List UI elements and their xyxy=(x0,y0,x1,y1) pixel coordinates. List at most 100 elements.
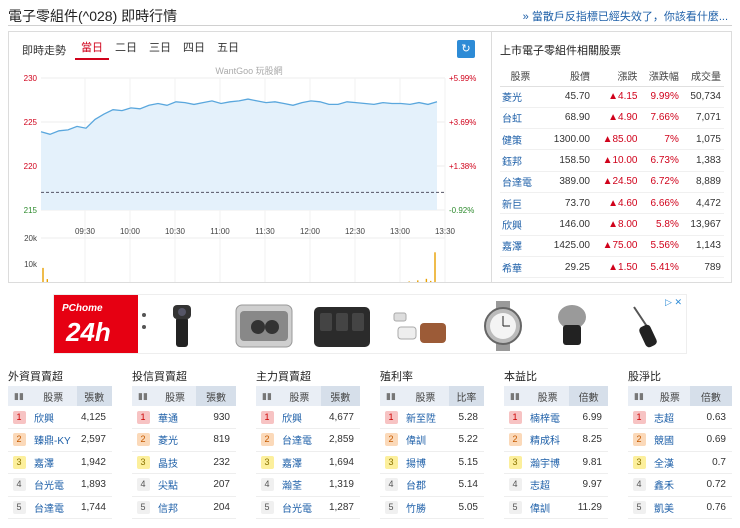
ranking-stock-name[interactable]: 全漢 xyxy=(650,451,690,474)
tab-day-5[interactable]: 五日 xyxy=(211,36,245,60)
ranking-row[interactable]: 2 台達電 2,859 xyxy=(256,428,360,452)
ranking-stock-name[interactable]: 瀚宇博 xyxy=(526,451,570,474)
ranking-row[interactable]: 5 台光電 1,287 xyxy=(256,496,360,519)
ranking-col-stock[interactable]: 股票 xyxy=(650,386,690,406)
ranking-stock-name[interactable]: 台達電 xyxy=(278,428,321,452)
related-row[interactable]: 鈺邦 158.50 ▲10.00 6.73% 1,383 xyxy=(500,149,724,172)
related-row[interactable]: 健策 1300.00 ▲85.00 7% 1,075 xyxy=(500,128,724,151)
ranking-row[interactable]: 2 菱光 819 xyxy=(132,428,236,452)
ranking-row[interactable]: 4 台光電 1,893 xyxy=(8,473,112,497)
ranking-row[interactable]: 3 嘉澤 1,942 xyxy=(8,451,112,474)
usb-mic-icon[interactable] xyxy=(392,301,452,351)
earbuds-case-icon[interactable] xyxy=(234,301,296,351)
related-row[interactable]: 欣興 146.00 ▲8.00 5.8% 13,967 xyxy=(500,213,724,236)
ranking-stock-name[interactable]: 楠梓電 xyxy=(526,406,570,429)
clip-mic-icon[interactable] xyxy=(552,301,592,351)
ranking-row[interactable]: 2 偉訓 5.22 xyxy=(380,428,484,452)
ranking-row[interactable]: 1 欣興 4,677 xyxy=(256,406,360,429)
tab-day-4[interactable]: 四日 xyxy=(177,36,211,60)
ranking-col-value[interactable]: 張數 xyxy=(196,386,236,406)
ranking-stock-name[interactable]: 志超 xyxy=(526,473,570,497)
ranking-row[interactable]: 1 楠梓電 6.99 xyxy=(504,406,608,429)
related-row[interactable]: 希華 29.25 ▲1.50 5.41% 789 xyxy=(500,256,724,279)
ranking-col-stock[interactable]: 股票 xyxy=(402,386,449,406)
ranking-stock-name[interactable]: 瀚荃 xyxy=(278,473,321,497)
sort-icon[interactable]: ▮▮ xyxy=(628,386,650,406)
ranking-stock-name[interactable]: 晶技 xyxy=(154,451,197,474)
ranking-stock-name[interactable]: 臻鼎-KY xyxy=(30,428,77,452)
adchoice-icon[interactable]: ▷ ✕ xyxy=(665,297,682,308)
sort-icon[interactable]: ▮▮ xyxy=(8,386,30,406)
ranking-stock-name[interactable]: 揚博 xyxy=(402,451,449,474)
ranking-stock-name[interactable]: 竹勝 xyxy=(402,496,449,519)
related-stock-name[interactable]: 希華 xyxy=(500,256,544,279)
ranking-stock-name[interactable]: 嘉澤 xyxy=(278,451,321,474)
tab-day-3[interactable]: 三日 xyxy=(143,36,177,60)
ranking-stock-name[interactable]: 尖點 xyxy=(154,473,197,497)
ranking-row[interactable]: 2 臻鼎-KY 2,597 xyxy=(8,428,112,452)
tab-day-1[interactable]: 當日 xyxy=(75,36,109,60)
related-stock-name[interactable]: 台虹 xyxy=(500,107,544,130)
watch-icon[interactable] xyxy=(478,301,528,351)
pocket-camera-icon[interactable] xyxy=(162,301,202,351)
related-row[interactable]: 菱光 45.70 ▲4.15 9.99% 50,734 xyxy=(500,86,724,108)
related-stock-name[interactable]: 欣興 xyxy=(500,213,544,236)
carousel-dot[interactable] xyxy=(142,325,146,329)
ranking-col-stock[interactable]: 股票 xyxy=(278,386,321,406)
ranking-row[interactable]: 1 志超 0.63 xyxy=(628,406,732,429)
col-price[interactable]: 股價 xyxy=(543,66,593,87)
ranking-stock-name[interactable]: 台郡 xyxy=(402,473,449,497)
carousel-dots[interactable] xyxy=(142,313,148,337)
ranking-row[interactable]: 4 志超 9.97 xyxy=(504,473,608,497)
ranking-row[interactable]: 5 台達電 1,744 xyxy=(8,496,112,519)
related-row[interactable]: 嘉澤 1425.00 ▲75.00 5.56% 1,143 xyxy=(500,235,724,257)
ranking-row[interactable]: 4 瀚荃 1,319 xyxy=(256,473,360,497)
related-stock-name[interactable]: 新巨 xyxy=(500,192,544,215)
ranking-row[interactable]: 4 台郡 5.14 xyxy=(380,473,484,497)
ranking-row[interactable]: 2 競國 0.69 xyxy=(628,428,732,452)
sort-icon[interactable]: ▮▮ xyxy=(132,386,154,406)
ranking-row[interactable]: 3 嘉澤 1,694 xyxy=(256,451,360,474)
pchome-logo[interactable]: PChome 24h xyxy=(54,295,138,353)
ranking-stock-name[interactable]: 欣興 xyxy=(278,406,321,429)
ranking-stock-name[interactable]: 凱美 xyxy=(650,496,690,519)
ranking-stock-name[interactable]: 台光電 xyxy=(30,473,77,497)
wireless-mic-kit-icon[interactable] xyxy=(312,301,374,351)
tab-day-2[interactable]: 二日 xyxy=(109,36,143,60)
ranking-col-value[interactable]: 倍數 xyxy=(689,386,732,406)
ranking-col-stock[interactable]: 股票 xyxy=(154,386,197,406)
ranking-row[interactable]: 3 晶技 232 xyxy=(132,451,236,474)
ranking-stock-name[interactable]: 新至陞 xyxy=(402,406,449,429)
ranking-stock-name[interactable]: 欣興 xyxy=(30,406,77,429)
related-row[interactable]: 台虹 68.90 ▲4.90 7.66% 7,071 xyxy=(500,107,724,130)
related-stock-name[interactable]: 嘉澤 xyxy=(500,235,544,257)
col-volume[interactable]: 成交量 xyxy=(681,66,724,87)
related-stock-name[interactable]: 健策 xyxy=(500,128,544,151)
sort-icon[interactable]: ▮▮ xyxy=(504,386,526,406)
ranking-col-stock[interactable]: 股票 xyxy=(526,386,570,406)
ranking-col-value[interactable]: 張數 xyxy=(320,386,360,406)
ranking-row[interactable]: 1 華通 930 xyxy=(132,406,236,429)
refresh-button[interactable]: ↻ xyxy=(457,40,475,58)
ranking-col-value[interactable]: 張數 xyxy=(76,386,112,406)
ranking-stock-name[interactable]: 競國 xyxy=(650,428,690,452)
related-row[interactable]: 新巨 73.70 ▲4.60 6.66% 4,472 xyxy=(500,192,724,215)
ranking-row[interactable]: 4 尖點 207 xyxy=(132,473,236,497)
ranking-row[interactable]: 5 偉訓 11.29 xyxy=(504,496,608,519)
ranking-stock-name[interactable]: 鑫禾 xyxy=(650,473,690,497)
ranking-row[interactable]: 5 凱美 0.76 xyxy=(628,496,732,519)
ranking-stock-name[interactable]: 菱光 xyxy=(154,428,197,452)
related-stock-name[interactable]: 鈺邦 xyxy=(500,149,544,172)
ranking-row[interactable]: 2 精成科 8.25 xyxy=(504,428,608,452)
ranking-col-value[interactable]: 比率 xyxy=(448,386,484,406)
col-change[interactable]: 漲跌 xyxy=(592,66,641,87)
ranking-stock-name[interactable]: 信邦 xyxy=(154,496,197,519)
ranking-row[interactable]: 3 全漢 0.7 xyxy=(628,451,732,474)
ranking-row[interactable]: 3 瀚宇博 9.81 xyxy=(504,451,608,474)
ranking-row[interactable]: 1 欣興 4,125 xyxy=(8,406,112,429)
carousel-dot[interactable] xyxy=(142,313,146,317)
ranking-stock-name[interactable]: 偉訓 xyxy=(402,428,449,452)
ranking-row[interactable]: 5 信邦 204 xyxy=(132,496,236,519)
related-stock-name[interactable]: 菱光 xyxy=(500,86,544,108)
handheld-mic-icon[interactable] xyxy=(626,301,666,351)
